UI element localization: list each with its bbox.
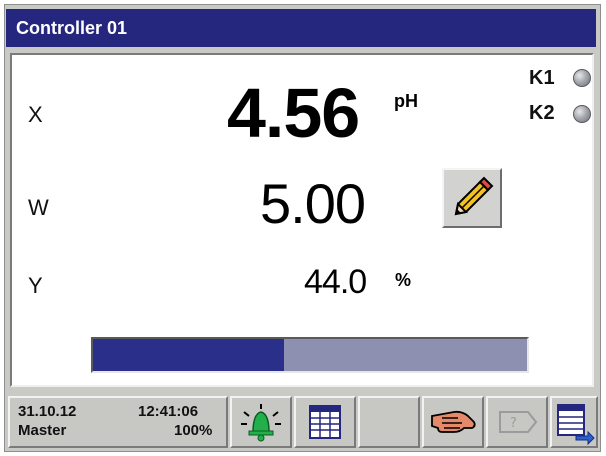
empty-slot: [358, 396, 420, 448]
x-value: 4.56: [227, 74, 360, 152]
status-user: Master: [18, 422, 67, 439]
table-icon: [309, 405, 341, 439]
x-unit: pH: [394, 91, 418, 111]
window-title: Controller 01: [6, 9, 596, 47]
export-table-button[interactable]: [550, 396, 598, 448]
output-level-bar: [91, 337, 529, 373]
bell-icon: [241, 404, 281, 442]
k1-label: K1: [529, 67, 555, 89]
help-icon: ?: [499, 411, 538, 433]
k2-led-icon: [573, 105, 591, 123]
table-view-button[interactable]: [294, 396, 356, 448]
edit-setpoint-button[interactable]: [442, 168, 502, 228]
k1-led-icon: [573, 69, 591, 87]
y-unit: %: [395, 270, 412, 290]
w-value: 5.00: [260, 172, 366, 235]
status-date: 31.10.12: [18, 403, 77, 420]
y-label: Y: [28, 273, 43, 298]
status-time: 12:41:06: [138, 403, 199, 420]
alarm-button[interactable]: [230, 396, 292, 448]
k2-label: K2: [529, 102, 555, 124]
x-label: X: [28, 102, 43, 127]
hand-icon: [431, 410, 476, 433]
help-button[interactable]: ?: [486, 396, 548, 448]
status-percent: 100%: [174, 422, 213, 439]
pencil-icon: [454, 176, 494, 216]
output-level-fill: [93, 339, 284, 371]
table-export-icon: [557, 404, 595, 446]
w-label: W: [28, 195, 49, 220]
y-value: 44.0: [304, 263, 367, 301]
status-info: 31.10.12 12:41:06 Master 100%: [8, 396, 228, 448]
svg-text:?: ?: [510, 416, 517, 431]
manual-mode-button[interactable]: [422, 396, 484, 448]
main-panel: X 4.56 pH K1 K2 W 5.00 Y 44.0 %: [10, 53, 594, 387]
status-bar: 31.10.12 12:41:06 Master 100% ?: [8, 396, 598, 448]
